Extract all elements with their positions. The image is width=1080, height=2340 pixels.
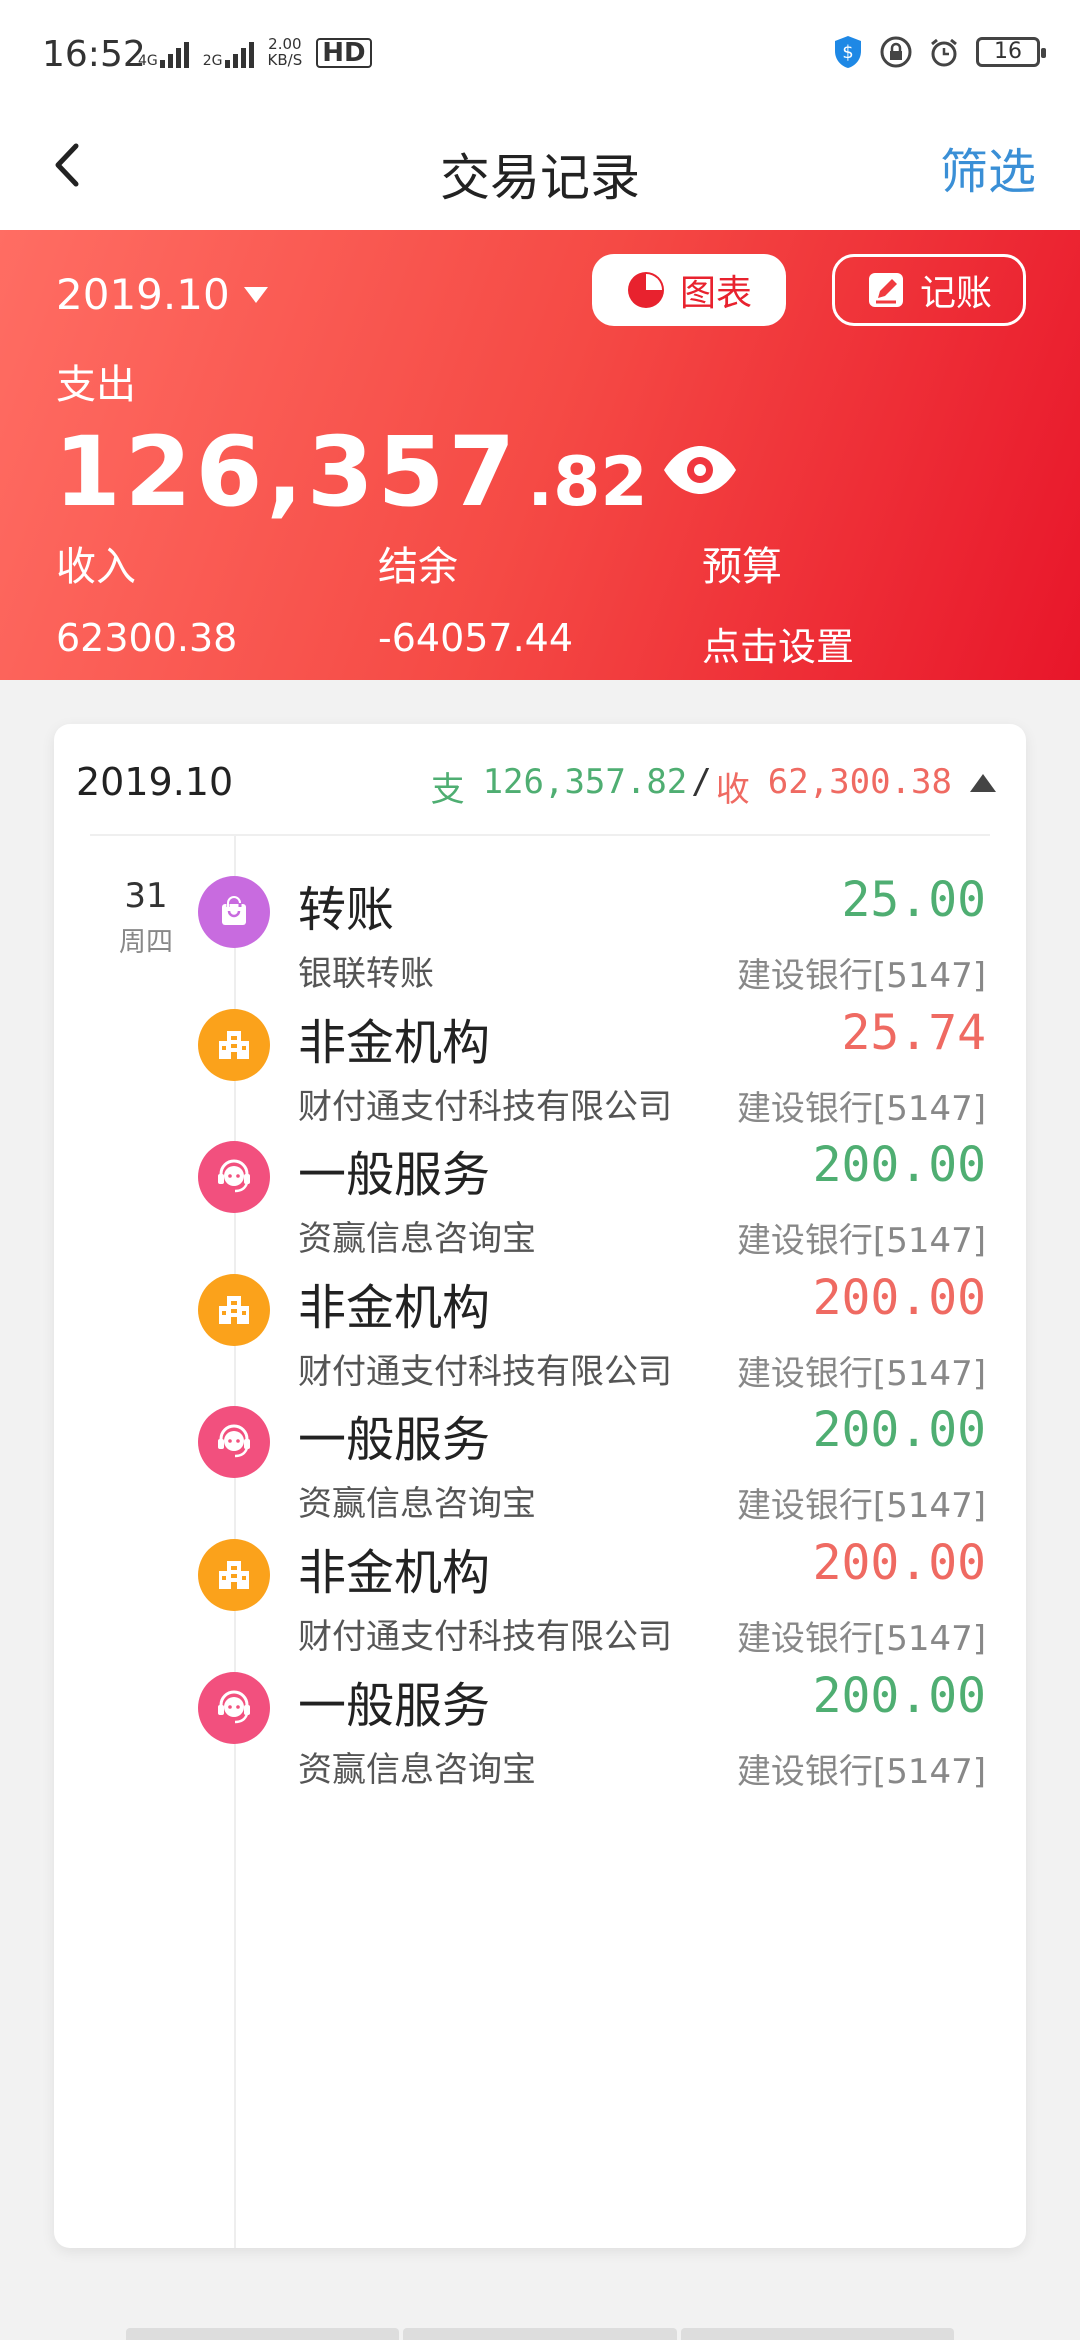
month-label: 2019.10 — [56, 270, 230, 319]
status-bar: 16:52 4G 2G 2.00 KB/S HD $ 16 — [0, 0, 1080, 110]
transaction-amount: 200.00 — [812, 1535, 986, 1591]
transaction-category: 非金机构 — [298, 1279, 491, 1336]
chart-button[interactable]: 图表 — [592, 254, 786, 326]
signal-bars-icon — [159, 38, 189, 68]
group-income-total: 62,300.38 — [767, 762, 952, 802]
pie-chart-icon — [627, 272, 664, 308]
summary-header: 2019.10 图表 记账 支出 126,357 .82 收入 62300.38… — [0, 230, 1080, 680]
budget-stat[interactable]: 预算 点击设置 — [702, 534, 854, 671]
shield-icon: $ — [835, 36, 861, 68]
headset-icon — [198, 1141, 270, 1214]
month-group-header[interactable]: 2019.10 支 126,357.82 / 收 62,300.38 — [54, 724, 1026, 834]
bookkeeping-button[interactable]: 记账 — [832, 254, 1026, 326]
svg-text:$: $ — [842, 42, 853, 63]
nav-bar: 交易记录 筛选 — [0, 110, 1080, 230]
expense-label: 支出 — [56, 362, 136, 408]
balance-stat: 结余 -64057.44 — [378, 534, 573, 660]
filter-button[interactable]: 筛选 — [940, 132, 1036, 202]
headset-icon — [198, 1406, 270, 1479]
headset-icon — [198, 1671, 270, 1744]
chart-button-label: 图表 — [679, 273, 752, 314]
balance-value: -64057.44 — [378, 616, 574, 660]
edit-icon — [868, 273, 903, 307]
status-icons: $ 16 — [832, 34, 1046, 70]
expense-amount-decimal: .82 — [527, 443, 648, 522]
income-label: 收入 — [56, 544, 136, 590]
battery-icon: 16 — [976, 37, 1046, 67]
transaction-category: 非金机构 — [298, 1545, 491, 1601]
group-expense-prefix: 支 — [430, 770, 465, 810]
transaction-category: 非金机构 — [298, 1014, 491, 1071]
budget-label: 预算 — [702, 544, 782, 590]
network-speed: 2.00 KB/S — [267, 35, 303, 69]
signal-4g: 4G — [138, 38, 189, 68]
bag-icon — [198, 876, 270, 948]
status-time: 16:52 — [42, 34, 146, 75]
group-separator: / — [691, 762, 712, 802]
hd-icon: HD — [316, 38, 372, 68]
lock-icon — [880, 36, 912, 68]
transaction-amount: 200.00 — [812, 1137, 986, 1194]
expense-amount-integer: 126,357 — [54, 416, 520, 528]
group-expense-total: 126,357.82 — [482, 762, 688, 802]
caret-down-icon — [243, 286, 268, 303]
transaction-description: 资赢信息咨询宝 — [298, 1749, 536, 1790]
transaction-category: 一般服务 — [298, 1147, 491, 1204]
eye-icon[interactable] — [662, 442, 738, 498]
transaction-row[interactable]: 一般服务资赢信息咨询宝 200.00 建设银行[5147] — [54, 1632, 1026, 1830]
group-month: 2019.10 — [76, 760, 234, 804]
bookkeeping-button-label: 记账 — [919, 273, 992, 314]
income-stat: 收入 62300.38 — [56, 534, 237, 660]
income-value: 62300.38 — [56, 616, 238, 660]
transaction-amount: 200.00 — [812, 1402, 986, 1459]
building-icon — [198, 1008, 270, 1081]
building-icon — [198, 1273, 270, 1346]
transaction-bank: 建设银行[5147] — [736, 1751, 986, 1792]
bottom-tab-2 — [403, 2328, 677, 2340]
transactions-card: 2019.10 支 126,357.82 / 收 62,300.38 31 周四… — [54, 724, 1026, 2248]
bottom-peek — [126, 2328, 954, 2340]
transaction-category: 一般服务 — [298, 1412, 491, 1469]
signal-bars-icon — [224, 38, 254, 68]
transaction-category: 转账 — [298, 882, 395, 938]
alarm-icon — [931, 38, 957, 67]
transaction-amount: 25.00 — [841, 872, 987, 928]
transaction-amount: 200.00 — [812, 1667, 986, 1724]
balance-label: 结余 — [378, 544, 458, 590]
bottom-tab-3 — [680, 2328, 954, 2340]
building-icon — [198, 1539, 270, 1611]
network-indicators: 4G 2G 2.00 KB/S HD — [138, 36, 372, 68]
page-title: 交易记录 — [440, 149, 640, 207]
group-income-prefix: 收 — [715, 770, 750, 810]
collapse-arrow-icon[interactable] — [970, 774, 996, 792]
month-picker[interactable]: 2019.10 — [56, 270, 268, 319]
expense-amount: 126,357 .82 — [54, 416, 648, 528]
transaction-amount: 200.00 — [812, 1269, 986, 1326]
budget-set-link[interactable]: 点击设置 — [702, 616, 854, 671]
signal-2g: 2G — [203, 38, 254, 68]
transaction-category: 一般服务 — [298, 1677, 491, 1734]
transaction-amount: 25.74 — [841, 1004, 987, 1061]
bottom-tab-1 — [126, 2328, 400, 2340]
group-totals: 支 126,357.82 / 收 62,300.38 — [431, 762, 952, 811]
